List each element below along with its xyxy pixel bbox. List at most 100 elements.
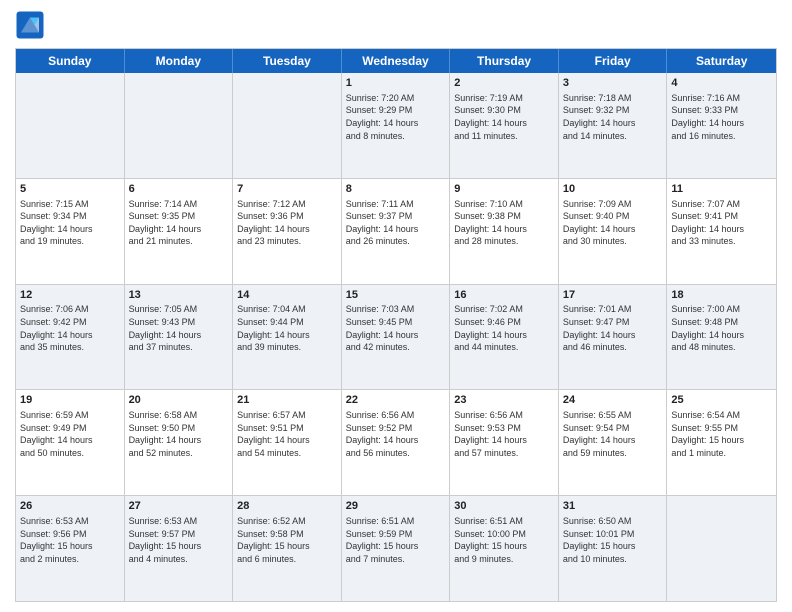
empty-cell-0-1 [125,73,234,178]
day-cell-26: 26Sunrise: 6:53 AM Sunset: 9:56 PM Dayli… [16,496,125,601]
day-cell-29: 29Sunrise: 6:51 AM Sunset: 9:59 PM Dayli… [342,496,451,601]
day-cell-2: 2Sunrise: 7:19 AM Sunset: 9:30 PM Daylig… [450,73,559,178]
day-info: Sunrise: 6:51 AM Sunset: 10:00 PM Daylig… [454,515,554,565]
day-info: Sunrise: 7:04 AM Sunset: 9:44 PM Dayligh… [237,303,337,353]
day-info: Sunrise: 6:56 AM Sunset: 9:52 PM Dayligh… [346,409,446,459]
day-info: Sunrise: 7:14 AM Sunset: 9:35 PM Dayligh… [129,198,229,248]
day-cell-30: 30Sunrise: 6:51 AM Sunset: 10:00 PM Dayl… [450,496,559,601]
day-cell-23: 23Sunrise: 6:56 AM Sunset: 9:53 PM Dayli… [450,390,559,495]
weekday-header-wednesday: Wednesday [342,49,451,73]
day-info: Sunrise: 7:18 AM Sunset: 9:32 PM Dayligh… [563,92,663,142]
empty-cell-0-2 [233,73,342,178]
day-info: Sunrise: 7:11 AM Sunset: 9:37 PM Dayligh… [346,198,446,248]
day-number: 11 [671,182,772,197]
day-info: Sunrise: 7:03 AM Sunset: 9:45 PM Dayligh… [346,303,446,353]
day-info: Sunrise: 7:16 AM Sunset: 9:33 PM Dayligh… [671,92,772,142]
day-cell-7: 7Sunrise: 7:12 AM Sunset: 9:36 PM Daylig… [233,179,342,284]
day-number: 28 [237,499,337,514]
weekday-header-friday: Friday [559,49,668,73]
day-cell-6: 6Sunrise: 7:14 AM Sunset: 9:35 PM Daylig… [125,179,234,284]
day-info: Sunrise: 6:52 AM Sunset: 9:58 PM Dayligh… [237,515,337,565]
day-info: Sunrise: 7:20 AM Sunset: 9:29 PM Dayligh… [346,92,446,142]
day-number: 6 [129,182,229,197]
day-cell-20: 20Sunrise: 6:58 AM Sunset: 9:50 PM Dayli… [125,390,234,495]
calendar: SundayMondayTuesdayWednesdayThursdayFrid… [15,48,777,602]
day-info: Sunrise: 7:15 AM Sunset: 9:34 PM Dayligh… [20,198,120,248]
day-info: Sunrise: 7:09 AM Sunset: 9:40 PM Dayligh… [563,198,663,248]
day-cell-17: 17Sunrise: 7:01 AM Sunset: 9:47 PM Dayli… [559,285,668,390]
day-number: 4 [671,76,772,91]
day-cell-24: 24Sunrise: 6:55 AM Sunset: 9:54 PM Dayli… [559,390,668,495]
day-number: 29 [346,499,446,514]
logo [15,10,49,40]
calendar-header: SundayMondayTuesdayWednesdayThursdayFrid… [16,49,776,73]
day-number: 10 [563,182,663,197]
day-info: Sunrise: 6:51 AM Sunset: 9:59 PM Dayligh… [346,515,446,565]
weekday-header-thursday: Thursday [450,49,559,73]
logo-icon [15,10,45,40]
day-number: 20 [129,393,229,408]
day-number: 8 [346,182,446,197]
empty-cell-4-6 [667,496,776,601]
day-info: Sunrise: 6:56 AM Sunset: 9:53 PM Dayligh… [454,409,554,459]
day-cell-19: 19Sunrise: 6:59 AM Sunset: 9:49 PM Dayli… [16,390,125,495]
day-info: Sunrise: 6:57 AM Sunset: 9:51 PM Dayligh… [237,409,337,459]
day-cell-27: 27Sunrise: 6:53 AM Sunset: 9:57 PM Dayli… [125,496,234,601]
day-number: 1 [346,76,446,91]
day-number: 31 [563,499,663,514]
day-cell-4: 4Sunrise: 7:16 AM Sunset: 9:33 PM Daylig… [667,73,776,178]
weekday-header-sunday: Sunday [16,49,125,73]
day-number: 13 [129,288,229,303]
calendar-row-4: 26Sunrise: 6:53 AM Sunset: 9:56 PM Dayli… [16,495,776,601]
day-info: Sunrise: 7:06 AM Sunset: 9:42 PM Dayligh… [20,303,120,353]
day-info: Sunrise: 7:02 AM Sunset: 9:46 PM Dayligh… [454,303,554,353]
header [15,10,777,40]
day-cell-22: 22Sunrise: 6:56 AM Sunset: 9:52 PM Dayli… [342,390,451,495]
day-info: Sunrise: 6:59 AM Sunset: 9:49 PM Dayligh… [20,409,120,459]
day-info: Sunrise: 7:10 AM Sunset: 9:38 PM Dayligh… [454,198,554,248]
day-number: 30 [454,499,554,514]
day-cell-16: 16Sunrise: 7:02 AM Sunset: 9:46 PM Dayli… [450,285,559,390]
day-number: 23 [454,393,554,408]
day-cell-11: 11Sunrise: 7:07 AM Sunset: 9:41 PM Dayli… [667,179,776,284]
day-number: 17 [563,288,663,303]
day-number: 9 [454,182,554,197]
day-cell-13: 13Sunrise: 7:05 AM Sunset: 9:43 PM Dayli… [125,285,234,390]
day-info: Sunrise: 6:54 AM Sunset: 9:55 PM Dayligh… [671,409,772,459]
calendar-row-1: 5Sunrise: 7:15 AM Sunset: 9:34 PM Daylig… [16,178,776,284]
day-cell-5: 5Sunrise: 7:15 AM Sunset: 9:34 PM Daylig… [16,179,125,284]
day-number: 2 [454,76,554,91]
day-info: Sunrise: 7:00 AM Sunset: 9:48 PM Dayligh… [671,303,772,353]
empty-cell-0-0 [16,73,125,178]
day-number: 3 [563,76,663,91]
day-cell-25: 25Sunrise: 6:54 AM Sunset: 9:55 PM Dayli… [667,390,776,495]
weekday-header-monday: Monday [125,49,234,73]
day-number: 25 [671,393,772,408]
day-number: 22 [346,393,446,408]
day-info: Sunrise: 6:53 AM Sunset: 9:56 PM Dayligh… [20,515,120,565]
day-info: Sunrise: 7:07 AM Sunset: 9:41 PM Dayligh… [671,198,772,248]
day-number: 21 [237,393,337,408]
day-info: Sunrise: 7:01 AM Sunset: 9:47 PM Dayligh… [563,303,663,353]
calendar-body: 1Sunrise: 7:20 AM Sunset: 9:29 PM Daylig… [16,73,776,601]
calendar-row-2: 12Sunrise: 7:06 AM Sunset: 9:42 PM Dayli… [16,284,776,390]
day-number: 16 [454,288,554,303]
day-cell-31: 31Sunrise: 6:50 AM Sunset: 10:01 PM Dayl… [559,496,668,601]
day-cell-3: 3Sunrise: 7:18 AM Sunset: 9:32 PM Daylig… [559,73,668,178]
day-cell-28: 28Sunrise: 6:52 AM Sunset: 9:58 PM Dayli… [233,496,342,601]
weekday-header-tuesday: Tuesday [233,49,342,73]
day-number: 27 [129,499,229,514]
day-info: Sunrise: 7:19 AM Sunset: 9:30 PM Dayligh… [454,92,554,142]
calendar-row-3: 19Sunrise: 6:59 AM Sunset: 9:49 PM Dayli… [16,389,776,495]
weekday-header-saturday: Saturday [667,49,776,73]
day-cell-10: 10Sunrise: 7:09 AM Sunset: 9:40 PM Dayli… [559,179,668,284]
day-cell-1: 1Sunrise: 7:20 AM Sunset: 9:29 PM Daylig… [342,73,451,178]
day-cell-9: 9Sunrise: 7:10 AM Sunset: 9:38 PM Daylig… [450,179,559,284]
day-number: 26 [20,499,120,514]
day-info: Sunrise: 6:55 AM Sunset: 9:54 PM Dayligh… [563,409,663,459]
day-number: 5 [20,182,120,197]
day-cell-21: 21Sunrise: 6:57 AM Sunset: 9:51 PM Dayli… [233,390,342,495]
day-info: Sunrise: 7:12 AM Sunset: 9:36 PM Dayligh… [237,198,337,248]
day-cell-18: 18Sunrise: 7:00 AM Sunset: 9:48 PM Dayli… [667,285,776,390]
day-number: 14 [237,288,337,303]
